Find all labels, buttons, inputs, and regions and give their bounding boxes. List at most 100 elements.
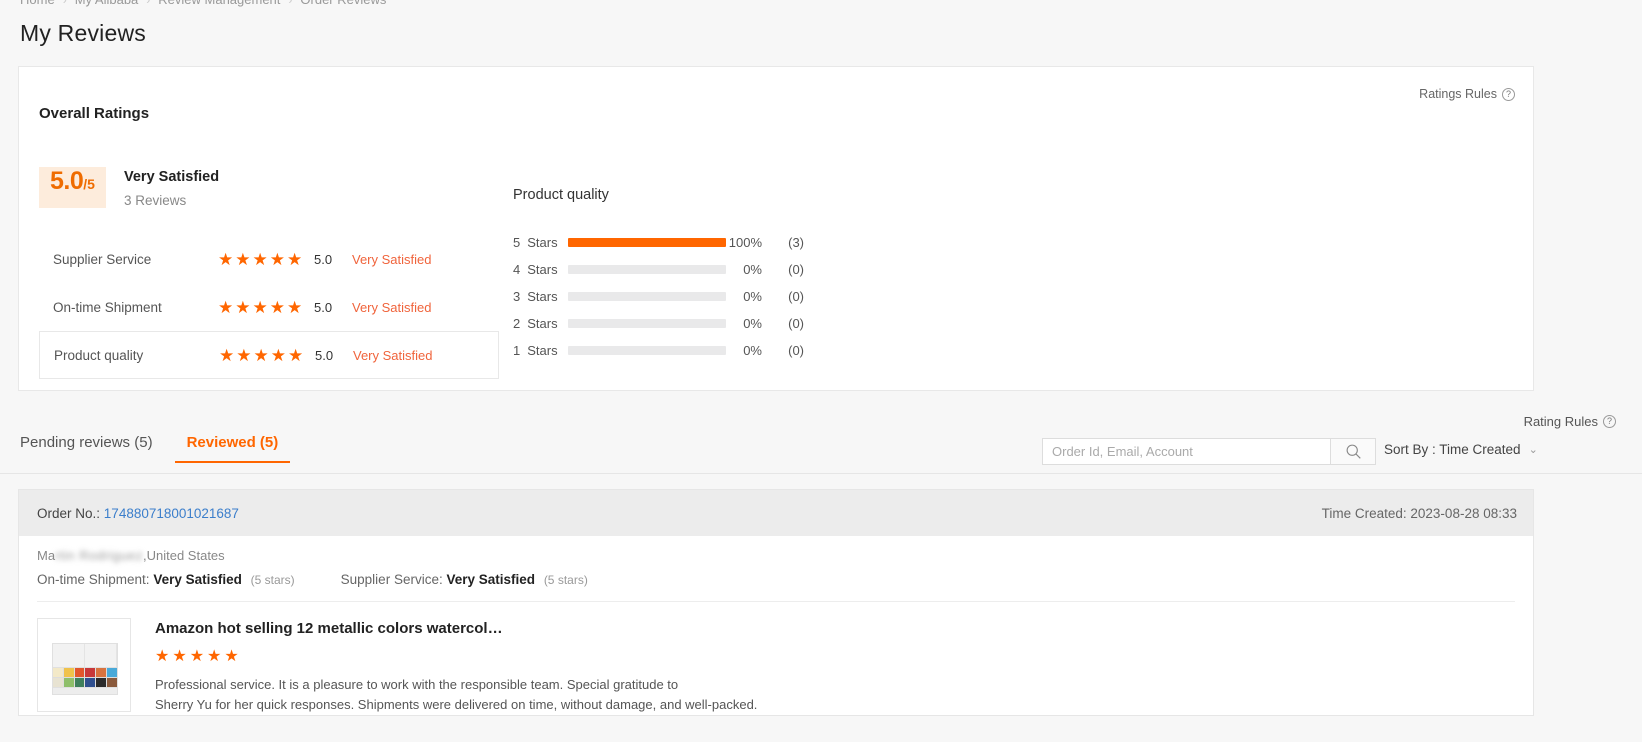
chart-row: 1 Stars 0% (0) (513, 337, 913, 364)
chart-row: 5 Stars 100% (3) (513, 229, 913, 256)
supplier-service-value: Very Satisfied (446, 572, 536, 587)
dimension-score: 5.0 (314, 251, 333, 267)
score-value: 5.0 (50, 167, 84, 195)
breadcrumb-item-review-management[interactable]: Review Management (158, 0, 280, 7)
tab-pending-reviews[interactable]: Pending reviews (5) (20, 434, 153, 463)
star-icon: ★ (288, 345, 304, 365)
rating-rules-label: Rating Rules (1523, 414, 1598, 429)
star-icon: ★ (287, 249, 303, 269)
breadcrumb-item-home[interactable]: Home (20, 0, 55, 7)
star-icon: ★ (235, 249, 251, 269)
breadcrumb-item-order-reviews[interactable]: Order Reviews (300, 0, 386, 7)
question-mark-icon[interactable]: ? (1603, 415, 1616, 428)
question-mark-icon[interactable]: ? (1502, 87, 1515, 101)
order-header: Order No.: 174880718001021687 Time Creat… (19, 490, 1533, 536)
star-icon: ★ (269, 297, 285, 317)
sort-by-label: Sort By : Time Created (1384, 442, 1521, 457)
on-time-shipment-value: Very Satisfied (153, 572, 242, 587)
chart-title: Product quality (513, 187, 609, 203)
breadcrumb-item-my-alibaba[interactable]: My Alibaba (75, 0, 139, 7)
on-time-shipment-rating: On-time Shipment: Very Satisfied (5 star… (37, 572, 295, 587)
review-count: 3 Reviews (124, 193, 187, 208)
star-icon: ★ (252, 297, 268, 317)
chart-bar-track (568, 319, 726, 328)
review-line-1: Professional service. It is a pleasure t… (155, 677, 679, 692)
dimension-label: Product quality (54, 347, 144, 363)
dimension-row-product-quality[interactable]: Product quality ★ ★ ★ ★ ★ 5.0 Very Satis… (39, 331, 499, 379)
review-tabs: Pending reviews (5) Reviewed (5) (20, 434, 290, 463)
buyer-line: Ma rtin Rodriguez ,United States (19, 536, 1533, 563)
star-distribution-chart: Product quality 5 Stars 100% (3) 4 Stars 0% (0)… (513, 187, 913, 364)
palette-base (52, 688, 118, 695)
star-icon: ★ (236, 345, 252, 365)
star-icon: ★ (218, 249, 234, 269)
star-icon: ★ (219, 345, 235, 365)
supplier-service-rating: Supplier Service: Very Satisfied (5 star… (341, 572, 588, 587)
score-suffix: /5 (83, 176, 95, 192)
star-icon: ★ (269, 249, 285, 269)
chart-row: 2 Stars 0% (0) (513, 310, 913, 337)
ratings-rules-label: Ratings Rules (1419, 87, 1497, 101)
star-icon: ★ (189, 648, 205, 665)
chart-count-label: (3) (788, 235, 804, 250)
chart-percent-label: 0% (743, 343, 762, 358)
score-meta: Very Satisfied 3 Reviews (124, 167, 219, 208)
order-number-link[interactable]: 174880718001021687 (104, 506, 239, 521)
rating-rules-link-secondary[interactable]: Rating Rules ? (1524, 414, 1616, 429)
chart-category-label: 2 Stars (513, 316, 558, 331)
star-icon: ★ (235, 297, 251, 317)
product-block: Amazon hot selling 12 metallic colors wa… (19, 602, 1533, 715)
chart-bar-track (568, 346, 726, 355)
on-time-shipment-stars-text: (5 stars) (250, 573, 295, 587)
ratings-rules-link[interactable]: Ratings Rules ? (1419, 87, 1515, 101)
chart-count-label: (0) (788, 289, 804, 304)
dimension-row-on-time-shipment[interactable]: On-time Shipment ★ ★ ★ ★ ★ 5.0 Very Sati… (39, 283, 499, 331)
dimension-label: On-time Shipment (53, 299, 162, 315)
star-icon: ★ (172, 648, 187, 665)
search-button[interactable] (1330, 438, 1376, 465)
product-review-stars: ★ ★ ★ ★ ★ (155, 649, 757, 665)
dimension-row-supplier-service[interactable]: Supplier Service ★ ★ ★ ★ ★ 5.0 Very Sati… (39, 235, 499, 283)
review-card: Order No.: 174880718001021687 Time Creat… (18, 489, 1534, 717)
chart-percent-label: 0% (743, 262, 762, 277)
search-input[interactable] (1042, 438, 1330, 465)
overall-score-block: 5.0 /5 Very Satisfied 3 Reviews (39, 167, 219, 208)
sort-by-dropdown[interactable]: Sort By : Time Created ⌄ (1384, 442, 1538, 457)
chart-percent-label: 0% (743, 289, 762, 304)
buyer-name-redacted: rtin Rodriguez (55, 548, 143, 563)
star-icon: ★ (155, 648, 170, 665)
dimension-score: 5.0 (315, 347, 334, 363)
dimension-stars: ★ ★ ★ ★ ★ (218, 251, 314, 268)
order-time-created: Time Created: 2023-08-28 08:33 (1321, 505, 1517, 521)
score-badge: 5.0 /5 (39, 167, 106, 208)
product-title[interactable]: Amazon hot selling 12 metallic colors wa… (155, 620, 757, 637)
tab-reviewed[interactable]: Reviewed (5) (174, 434, 290, 463)
review-body: Professional service. It is a pleasure t… (155, 675, 757, 715)
palette-pans (52, 667, 118, 688)
chevron-down-icon: ⌄ (1528, 444, 1538, 456)
product-info: Amazon hot selling 12 metallic colors wa… (155, 618, 757, 715)
palette-lid (52, 643, 118, 667)
supplier-service-label: Supplier Service: (340, 572, 443, 587)
star-icon: ★ (224, 648, 239, 665)
overall-ratings-card: Ratings Rules ? Overall Ratings 5.0 /5 V… (18, 66, 1534, 391)
chart-rows: 5 Stars 100% (3) 4 Stars 0% (0) 3 Stars 0% (0) 2 Star… (513, 229, 913, 364)
buyer-name-prefix: Ma (37, 548, 56, 563)
chart-bar-track (568, 238, 726, 247)
review-line-2: Sherry Yu for her quick responses. Shipm… (155, 697, 758, 713)
product-thumbnail[interactable] (37, 618, 131, 712)
dimension-stars: ★ ★ ★ ★ ★ (219, 347, 315, 364)
star-icon: ★ (287, 297, 303, 317)
score-label: Very Satisfied (124, 169, 220, 185)
review-rating-summary: On-time Shipment: Very Satisfied (5 star… (19, 563, 1533, 601)
chart-count-label: (0) (788, 262, 804, 277)
page-title: My Reviews (20, 20, 146, 46)
chart-percent-label: 100% (728, 235, 762, 250)
chart-percent-label: 0% (743, 316, 762, 331)
order-number-group: Order No.: 174880718001021687 (37, 506, 239, 521)
breadcrumb-separator-icon: › (288, 0, 292, 7)
breadcrumb-separator-icon: › (146, 0, 150, 7)
star-icon: ★ (207, 648, 222, 665)
dimension-text: Very Satisfied (352, 251, 432, 267)
chart-count-label: (0) (788, 316, 804, 331)
